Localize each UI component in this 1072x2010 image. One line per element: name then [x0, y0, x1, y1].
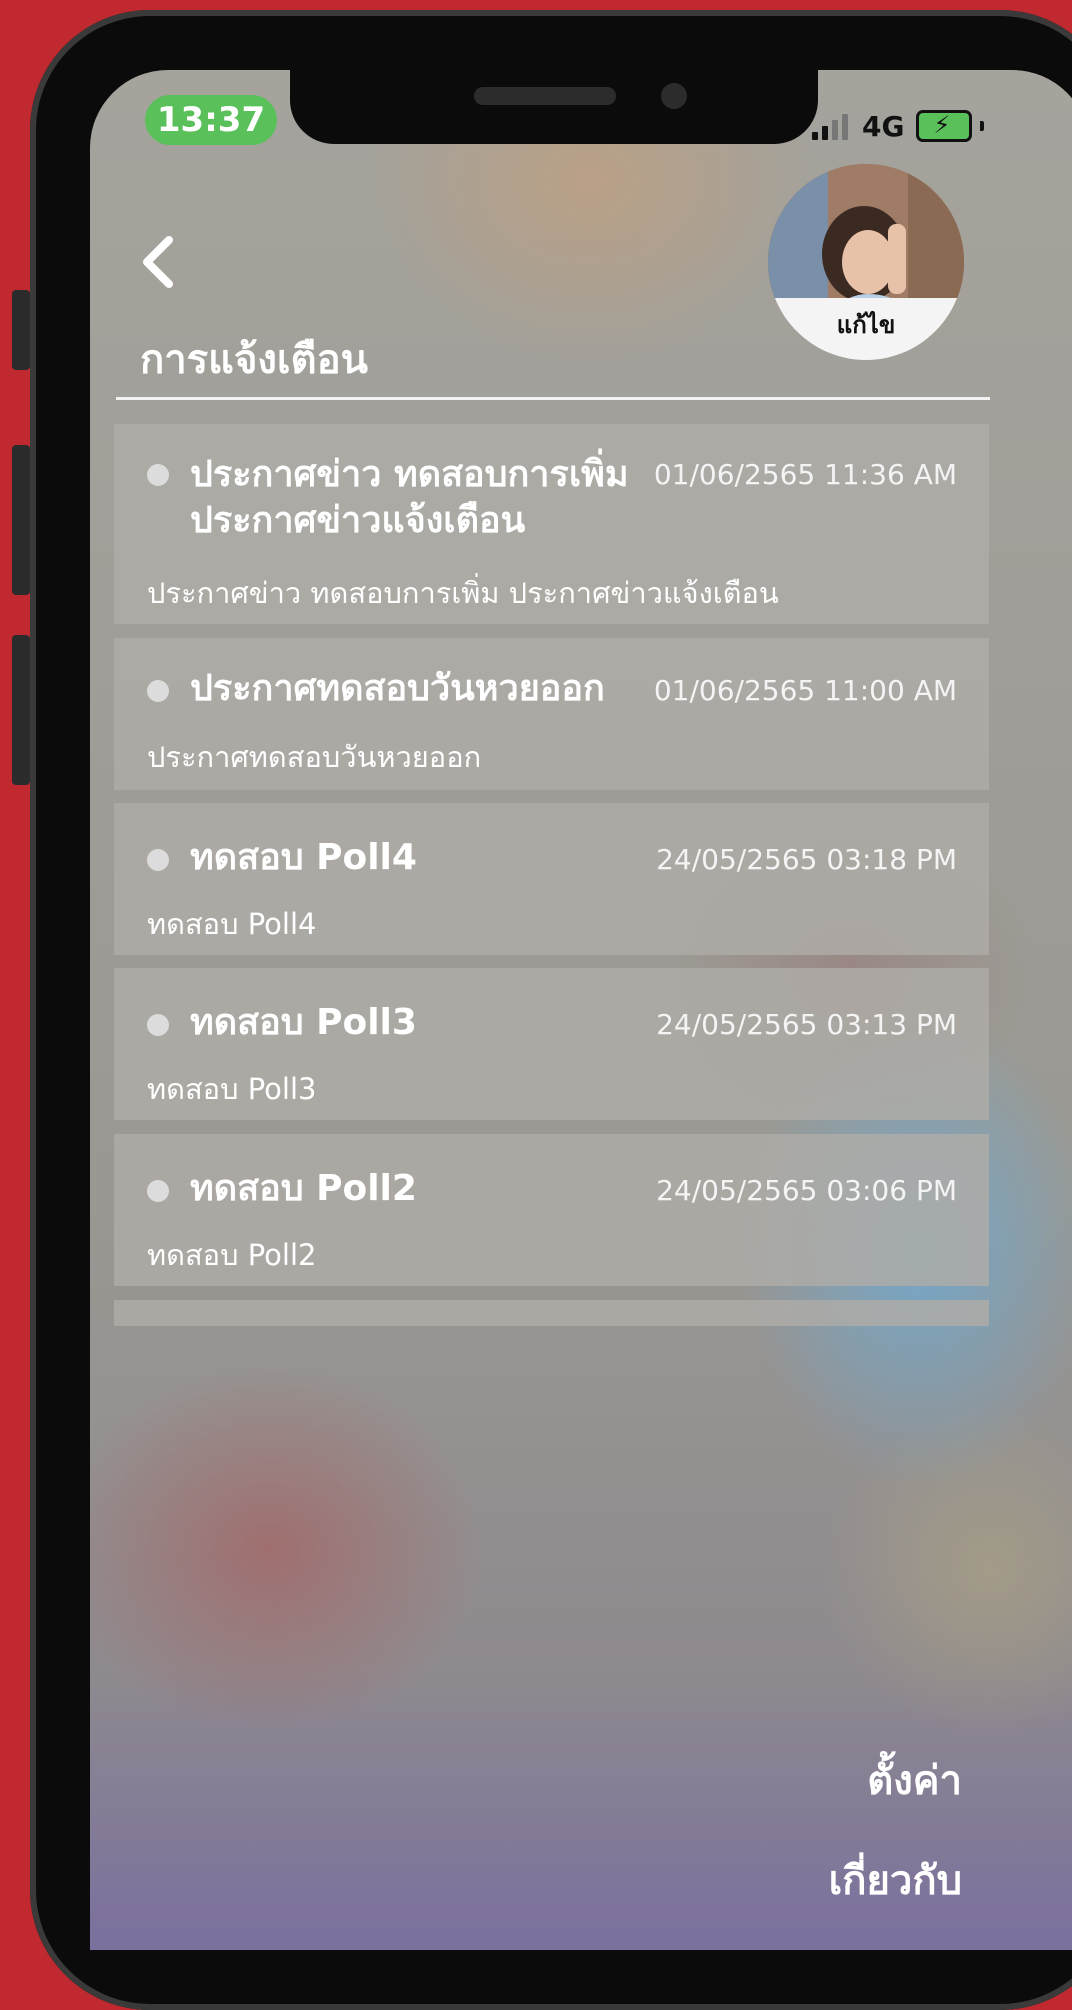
page-title: การแจ้งเตือน — [140, 337, 368, 383]
notification-body: ทดสอบ Poll2 — [147, 1238, 317, 1272]
status-indicators: 4G ⚡ — [812, 106, 985, 146]
notification-body: ประกาศทดสอบวันหวยออก — [147, 740, 482, 774]
about-link[interactable]: เกี่ยวกับ — [829, 1848, 962, 1912]
notification-item[interactable]: ประกาศทดสอบวันหวยออก 01/06/2565 11:00 AM… — [114, 638, 989, 790]
notification-title: ทดสอบ Poll2 — [190, 1168, 417, 1209]
back-chevron-icon[interactable] — [137, 232, 185, 292]
notification-date: 24/05/2565 03:13 PM — [656, 1008, 957, 1041]
battery-icon: ⚡ — [916, 110, 973, 142]
signal-icon — [812, 112, 848, 140]
notification-date: 01/06/2565 11:00 AM — [653, 674, 957, 707]
unread-dot-icon — [147, 464, 169, 486]
notification-item[interactable]: ทดสอบ Poll4 24/05/2565 03:18 PM ทดสอบ Po… — [114, 803, 989, 955]
notification-title: ทดสอบ Poll3 — [190, 1002, 417, 1043]
notification-title: ประกาศทดสอบวันหวยออก — [190, 668, 605, 709]
volume-down-button — [12, 635, 30, 785]
notification-item[interactable]: ทดสอบ Poll2 24/05/2565 03:06 PM ทดสอบ Po… — [114, 1134, 989, 1286]
unread-dot-icon — [147, 849, 169, 871]
notification-item-partial[interactable] — [114, 1300, 989, 1326]
notification-date: 01/06/2565 11:36 AM — [653, 458, 957, 491]
avatar-edit-button[interactable]: แก้ไข — [768, 164, 964, 360]
settings-link[interactable]: ตั้งค่า — [867, 1748, 962, 1812]
status-time: 13:37 — [145, 95, 277, 145]
front-camera — [661, 83, 687, 109]
notification-item[interactable]: ทดสอบ Poll3 24/05/2565 03:13 PM ทดสอบ Po… — [114, 968, 989, 1120]
avatar-edit-label: แก้ไข — [768, 298, 964, 360]
notification-date: 24/05/2565 03:18 PM — [656, 843, 957, 876]
mute-switch — [12, 290, 30, 370]
notification-item[interactable]: ประกาศข่าว ทดสอบการเพิ่ม ประกาศข่าวแจ้งเ… — [114, 424, 989, 624]
battery-tip — [980, 121, 985, 131]
unread-dot-icon — [147, 680, 169, 702]
notification-body: ทดสอบ Poll4 — [147, 907, 317, 941]
header-divider — [116, 397, 990, 400]
unread-dot-icon — [147, 1014, 169, 1036]
volume-up-button — [12, 445, 30, 595]
notification-body: ประกาศข่าว ทดสอบการเพิ่ม ประกาศข่าวแจ้งเ… — [147, 576, 779, 610]
notification-title: ทดสอบ Poll4 — [190, 837, 417, 878]
notification-date: 24/05/2565 03:06 PM — [656, 1174, 957, 1207]
speaker — [474, 87, 616, 105]
notification-body: ทดสอบ Poll3 — [147, 1072, 317, 1106]
unread-dot-icon — [147, 1180, 169, 1202]
notification-title: ประกาศข่าว ทดสอบการเพิ่ม ประกาศข่าวแจ้งเ… — [190, 454, 629, 541]
notch — [290, 68, 818, 144]
network-type: 4G — [862, 109, 905, 143]
